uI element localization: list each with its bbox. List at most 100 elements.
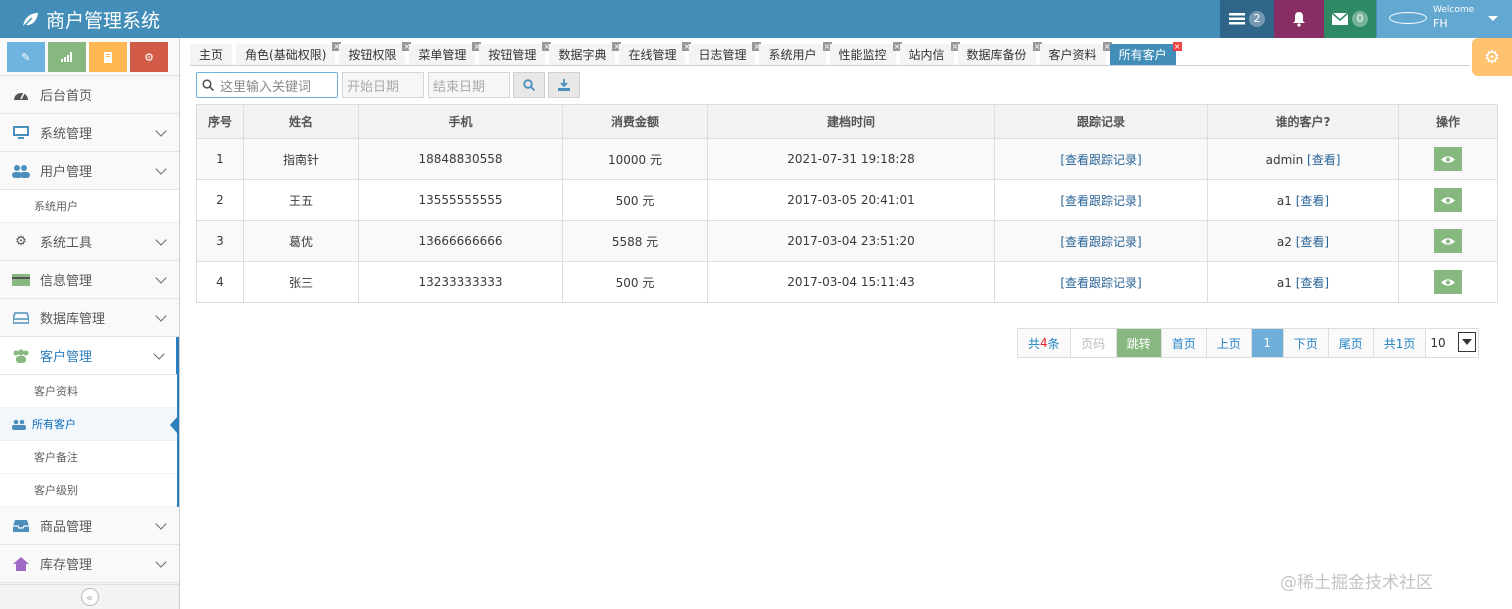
sidebar-subitem-customer-notes[interactable]: 客户备注	[0, 441, 177, 474]
start-date-input[interactable]: 开始日期	[342, 72, 424, 98]
sidebar-item-dashboard[interactable]: 后台首页	[0, 76, 179, 114]
tab-roles[interactable]: 角色(基础权限) ×	[236, 42, 342, 65]
sidebar-item-customers[interactable]: 客户管理	[0, 337, 178, 375]
username: FH	[1433, 17, 1448, 30]
page-number-input[interactable]: 页码	[1070, 329, 1117, 357]
column-header[interactable]: 谁的客户?	[1207, 104, 1399, 139]
sidebar-item-users[interactable]: 用户管理	[0, 152, 179, 190]
tasks-button[interactable]: 2	[1220, 0, 1274, 38]
column-header[interactable]: 消费金额	[562, 104, 708, 139]
tab-button-permissions[interactable]: 按钮权限 ×	[339, 42, 412, 65]
sidebar-subitem-customer-level[interactable]: 客户级别	[0, 474, 177, 507]
search-button[interactable]	[513, 72, 545, 98]
sidebar-item-tools[interactable]: ⚙ 系统工具	[0, 223, 179, 261]
cell-owner: a1 [查看]	[1207, 179, 1399, 221]
view-button[interactable]	[1434, 188, 1462, 212]
shortcut-signal-button[interactable]	[48, 42, 86, 72]
tab-customer-profile[interactable]: 客户资料 ×	[1039, 42, 1112, 65]
user-menu[interactable]: Welcome FH	[1377, 0, 1512, 38]
app-title: 商户管理系统	[46, 10, 161, 32]
bell-icon	[1293, 12, 1305, 27]
shortcut-cogs-button[interactable]: ⚙	[130, 42, 168, 72]
sidebar-subitem-system-users[interactable]: 系统用户	[0, 190, 179, 223]
owner-name: a2	[1276, 234, 1292, 249]
table-row: 2 王五 13555555555 500 元 2017-03-05 20:41:…	[196, 179, 1498, 221]
caret-down-icon	[1488, 16, 1498, 21]
go-button[interactable]: 跳转	[1116, 329, 1162, 357]
chevron-down-icon	[155, 125, 167, 137]
envelope-icon	[1332, 13, 1348, 25]
tab-system-users[interactable]: 系统用户 ×	[759, 42, 832, 65]
tab-home[interactable]: 主页	[190, 44, 233, 65]
view-track-link[interactable]: [查看跟踪记录]	[1060, 194, 1141, 208]
first-page-button[interactable]: 首页	[1161, 329, 1207, 357]
sidebar-subitem-all-customers[interactable]: 所有客户	[0, 408, 178, 441]
view-owner-link[interactable]: [查看]	[1296, 235, 1329, 249]
tab-label: 系统用户	[768, 48, 817, 62]
messages-button[interactable]: 0	[1324, 0, 1376, 38]
tab-dictionary[interactable]: 数据字典 ×	[549, 42, 622, 65]
sidebar-subitem-customer-profile[interactable]: 客户资料	[0, 375, 177, 408]
tab-inbox[interactable]: 站内信 ×	[899, 42, 960, 65]
tab-db-backup[interactable]: 数据库备份 ×	[957, 42, 1042, 65]
view-owner-link[interactable]: [查看]	[1296, 276, 1329, 290]
shortcut-pencil-button[interactable]: ✎	[7, 42, 45, 72]
notifications-button[interactable]	[1274, 0, 1324, 38]
view-button[interactable]	[1434, 229, 1462, 253]
page-size-value: 10	[1430, 336, 1446, 350]
tab-logs[interactable]: 日志管理 ×	[689, 42, 762, 65]
cell-phone: 13666666666	[358, 220, 563, 262]
view-owner-link[interactable]: [查看]	[1307, 153, 1340, 167]
tab-online[interactable]: 在线管理 ×	[619, 42, 692, 65]
table-row: 3 葛优 13666666666 5588 元 2017-03-04 23:51…	[196, 220, 1498, 262]
next-page-button[interactable]: 下页	[1283, 329, 1329, 357]
tab-all-customers[interactable]: 所有客户 ×	[1109, 42, 1182, 65]
tasks-icon	[1229, 13, 1245, 25]
sidebar-item-info[interactable]: 信息管理	[0, 261, 179, 299]
shortcut-book-button[interactable]	[89, 42, 127, 72]
tab-label: 菜单管理	[418, 48, 467, 62]
column-header[interactable]: 跟踪记录	[994, 104, 1208, 139]
keyword-search-input[interactable]: 这里输入关键词	[196, 72, 338, 98]
pagination: 共4条 页码 跳转 首页 上页 1 下页 尾页 共1页 10	[1017, 328, 1480, 358]
column-header[interactable]: 手机	[358, 104, 563, 139]
close-icon[interactable]: ×	[1172, 42, 1182, 51]
sidebar-item-label: 用户管理	[40, 165, 93, 180]
sidebar-shortcuts: ✎ ⚙	[0, 38, 179, 76]
users-icon	[12, 419, 26, 430]
dashboard-icon	[12, 87, 30, 103]
cell-no: 2	[196, 179, 244, 221]
cell-name: 指南针	[243, 138, 359, 180]
export-button[interactable]	[548, 72, 580, 98]
view-button[interactable]	[1434, 270, 1462, 294]
prev-page-button[interactable]: 上页	[1206, 329, 1252, 357]
page-size-select[interactable]: 10	[1426, 329, 1479, 357]
column-header[interactable]: 建档时间	[707, 104, 995, 139]
sidebar-collapse-button[interactable]: «	[80, 588, 99, 606]
sidebar-item-label: 库存管理	[40, 558, 93, 573]
view-track-link[interactable]: [查看跟踪记录]	[1060, 235, 1141, 249]
settings-widget[interactable]: ⚙	[1472, 38, 1512, 76]
tab-performance[interactable]: 性能监控 ×	[829, 42, 902, 65]
current-page[interactable]: 1	[1251, 329, 1284, 357]
sidebar-item-products[interactable]: 商品管理	[0, 507, 179, 545]
last-page-button[interactable]: 尾页	[1328, 329, 1374, 357]
tab-menu-management[interactable]: 菜单管理 ×	[409, 42, 482, 65]
sidebar-item-system[interactable]: 系统管理	[0, 114, 179, 152]
brand[interactable]: 商户管理系统	[20, 6, 160, 33]
view-track-link[interactable]: [查看跟踪记录]	[1060, 153, 1141, 167]
sidebar-item-database[interactable]: 数据库管理	[0, 299, 179, 337]
column-header[interactable]: 序号	[196, 104, 244, 139]
tab-button-management[interactable]: 按钮管理 ×	[479, 42, 552, 65]
table-row: 1 指南针 18848830558 10000 元 2021-07-31 19:…	[196, 138, 1498, 180]
cell-amount: 5588 元	[562, 220, 708, 262]
end-date-input[interactable]: 结束日期	[428, 72, 510, 98]
tab-label: 数据库备份	[966, 48, 1027, 62]
chevron-down-icon	[155, 163, 167, 175]
column-header[interactable]: 姓名	[243, 104, 359, 139]
view-track-link[interactable]: [查看跟踪记录]	[1060, 276, 1141, 290]
customer-menu-group: 客户管理 客户资料 所有客户 客户备注 客户级别	[0, 337, 179, 507]
view-button[interactable]	[1434, 147, 1462, 171]
sidebar-item-inventory[interactable]: 库存管理	[0, 545, 179, 583]
view-owner-link[interactable]: [查看]	[1296, 194, 1329, 208]
